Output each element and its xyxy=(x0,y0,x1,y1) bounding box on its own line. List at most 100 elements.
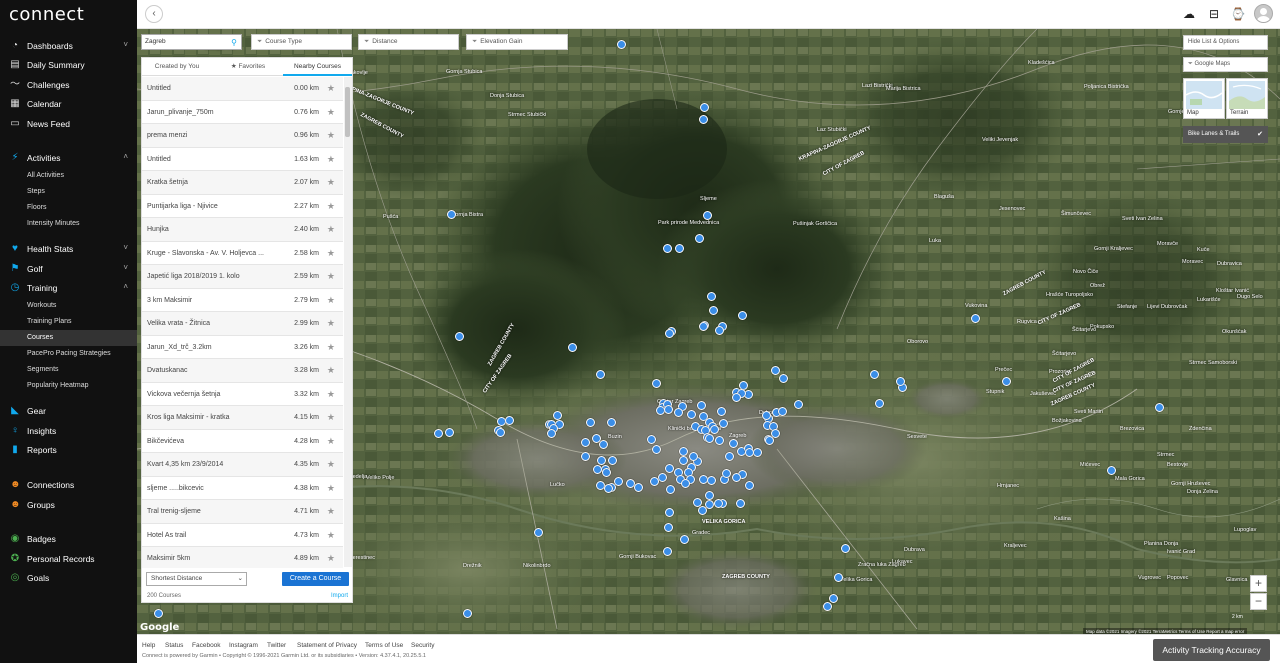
course-name[interactable]: Tral trenig-sljeme xyxy=(147,500,272,523)
course-pin-icon[interactable] xyxy=(706,475,716,485)
course-pin-icon[interactable] xyxy=(761,410,771,420)
create-course-button[interactable]: Create a Course xyxy=(282,572,349,586)
favorite-star-icon[interactable]: ★ xyxy=(327,148,335,171)
footer-link-terms[interactable]: Terms of Use xyxy=(365,642,403,649)
course-pin-icon[interactable] xyxy=(833,572,843,582)
course-row[interactable]: Untitled 0.00 km ★ xyxy=(142,77,343,101)
course-pin-icon[interactable] xyxy=(1001,376,1011,386)
nav-insights[interactable]: ♀ Insights xyxy=(0,422,137,440)
favorite-star-icon[interactable]: ★ xyxy=(327,430,335,453)
course-pin-icon[interactable] xyxy=(708,305,718,315)
course-pin-icon[interactable] xyxy=(662,546,672,556)
course-pin-icon[interactable] xyxy=(724,451,734,461)
favorite-star-icon[interactable]: ★ xyxy=(327,453,335,476)
map-type-terrain[interactable]: Terrain xyxy=(1226,78,1268,119)
course-pin-icon[interactable] xyxy=(649,476,659,486)
nav-badges[interactable]: ◉ Badges xyxy=(0,530,137,548)
upload-icon[interactable]: ☁ xyxy=(1181,6,1197,22)
course-pin-icon[interactable] xyxy=(646,434,656,444)
nav-groups[interactable]: ☻ Groups xyxy=(0,496,137,514)
course-pin-icon[interactable] xyxy=(714,435,724,445)
nav-courses[interactable]: Courses xyxy=(0,330,137,346)
nav-workouts[interactable]: Workouts xyxy=(0,298,137,314)
favorite-star-icon[interactable]: ★ xyxy=(327,77,335,100)
nav-dashboards[interactable]: ◔ Dashboards ˅ xyxy=(0,37,137,55)
footer-link-help[interactable]: Help xyxy=(142,642,155,649)
course-pin-icon[interactable] xyxy=(153,608,163,618)
course-pin-icon[interactable] xyxy=(744,480,754,490)
course-name[interactable]: sljeme .....bikcevic xyxy=(147,477,272,500)
course-row[interactable]: 3 km Maksimir 2.79 km ★ xyxy=(142,289,343,312)
course-pin-icon[interactable] xyxy=(680,478,690,488)
zoom-out-button[interactable]: − xyxy=(1250,593,1267,610)
nav-activities[interactable]: ⚡ Activities ˄ xyxy=(0,149,137,167)
course-pin-icon[interactable] xyxy=(591,433,601,443)
course-pin-icon[interactable] xyxy=(546,428,556,438)
course-name[interactable]: Untitled xyxy=(147,148,272,171)
course-pin-icon[interactable] xyxy=(752,447,762,457)
course-name[interactable]: Jarun_plivanje_750m xyxy=(147,101,272,124)
footer-link-facebook[interactable]: Facebook xyxy=(192,642,221,649)
course-name[interactable]: Bikčevićeva xyxy=(147,430,272,453)
course-pin-icon[interactable] xyxy=(731,472,741,482)
course-pin-icon[interactable] xyxy=(674,243,684,253)
course-pin-icon[interactable] xyxy=(504,415,514,425)
course-pin-icon[interactable] xyxy=(601,467,611,477)
nav-steps[interactable]: Steps xyxy=(0,184,137,200)
course-pin-icon[interactable] xyxy=(552,410,562,420)
avatar[interactable] xyxy=(1254,4,1273,23)
course-row[interactable]: Tral trenig-sljeme 4.71 km ★ xyxy=(142,500,343,524)
course-pin-icon[interactable] xyxy=(664,507,674,517)
course-pin-icon[interactable] xyxy=(777,406,787,416)
connect-logo[interactable]: connect xyxy=(9,4,84,25)
nav-pacepro[interactable]: PacePro Pacing Strategies xyxy=(0,346,137,362)
course-pin-icon[interactable] xyxy=(698,321,708,331)
course-row[interactable]: sljeme .....bikcevic 4.38 km ★ xyxy=(142,477,343,500)
course-row[interactable]: Velika vrata - Žitnica 2.99 km ★ xyxy=(142,312,343,336)
course-pin-icon[interactable] xyxy=(721,468,731,478)
course-pin-icon[interactable] xyxy=(462,608,472,618)
course-pin-icon[interactable] xyxy=(651,444,661,454)
course-pin-icon[interactable] xyxy=(580,451,590,461)
search-input[interactable]: Zagreb ⚲ xyxy=(141,34,242,50)
course-pin-icon[interactable] xyxy=(694,233,704,243)
course-pin-icon[interactable] xyxy=(1154,402,1164,412)
course-pin-icon[interactable] xyxy=(678,446,688,456)
course-name[interactable]: Maksimir 5km xyxy=(147,547,272,568)
back-button[interactable]: ‹ xyxy=(145,5,163,23)
nav-golf[interactable]: ⚑ Golf ˅ xyxy=(0,260,137,278)
course-name[interactable]: Vickova večernja šetnja xyxy=(147,383,272,406)
course-row[interactable]: Hotel As trail 4.73 km ★ xyxy=(142,524,343,547)
nav-reports[interactable]: ▮ Reports xyxy=(0,441,137,459)
course-name[interactable]: Untitled xyxy=(147,77,272,100)
course-pin-icon[interactable] xyxy=(651,378,661,388)
tab-nearby-courses[interactable]: Nearby Courses xyxy=(283,58,352,76)
course-pin-icon[interactable] xyxy=(592,464,602,474)
course-pin-icon[interactable] xyxy=(446,209,456,219)
course-pin-icon[interactable] xyxy=(702,210,712,220)
course-pin-icon[interactable] xyxy=(665,484,675,494)
course-name[interactable]: Jarun_Xd_trč_3.2km xyxy=(147,336,272,359)
course-row[interactable]: Japetić liga 2018/2019 1. kolo 2.59 km ★ xyxy=(142,265,343,289)
course-pin-icon[interactable] xyxy=(704,433,714,443)
favorite-star-icon[interactable]: ★ xyxy=(327,359,335,382)
course-pin-icon[interactable] xyxy=(714,325,724,335)
course-name[interactable]: Puntijarka liga - Njivice xyxy=(147,195,272,218)
course-row[interactable]: Kruge - Slavonska - Av. V. Holjevca ... 2… xyxy=(142,242,343,265)
course-pin-icon[interactable] xyxy=(709,424,719,434)
course-name[interactable]: Kruge - Slavonska - Av. V. Holjevca ... xyxy=(147,242,272,265)
favorite-star-icon[interactable]: ★ xyxy=(327,195,335,218)
favorite-star-icon[interactable]: ★ xyxy=(327,547,335,568)
favorite-star-icon[interactable]: ★ xyxy=(327,218,335,241)
course-pin-icon[interactable] xyxy=(664,463,674,473)
course-row[interactable]: Puntijarka liga - Njivice 2.27 km ★ xyxy=(142,195,343,218)
course-pin-icon[interactable] xyxy=(607,455,617,465)
favorite-star-icon[interactable]: ★ xyxy=(327,336,335,359)
course-row[interactable]: Kros liga Maksimir - kratka 4.15 km ★ xyxy=(142,406,343,430)
course-row[interactable]: Bikčevićeva 4.28 km ★ xyxy=(142,430,343,453)
course-pin-icon[interactable] xyxy=(970,313,980,323)
course-pin-icon[interactable] xyxy=(822,601,832,611)
course-name[interactable]: Hunjka xyxy=(147,218,272,241)
course-row[interactable]: Vickova večernja šetnja 3.32 km ★ xyxy=(142,383,343,406)
nav-all-activities[interactable]: All Activities xyxy=(0,168,137,184)
